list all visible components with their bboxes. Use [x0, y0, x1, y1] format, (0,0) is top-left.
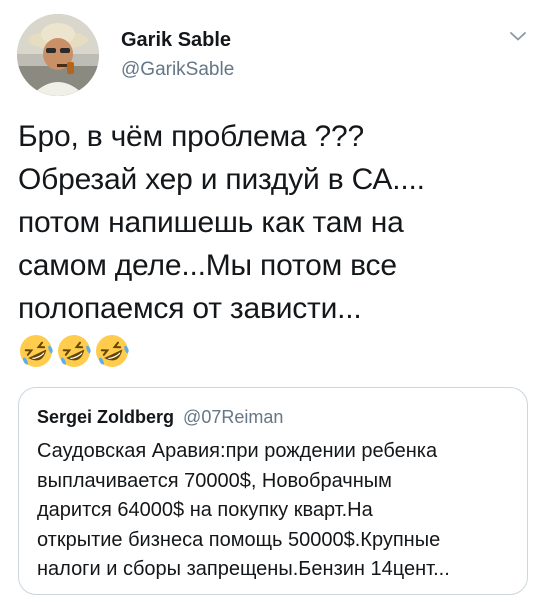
tweet-text-line: Обрезай хер и пиздуй в СА.... [18, 163, 425, 196]
author-name[interactable]: Garik Sable [121, 29, 231, 52]
quoted-text-line: открытие бизнеса помощь 50000$.Крупные [37, 528, 441, 551]
tweet-text-line: Бро, в чём проблема ??? [18, 120, 365, 153]
tweet-text-line: самом деле...Мы потом все [18, 249, 397, 282]
chevron-down-icon[interactable] [506, 24, 530, 48]
quoted-author-handle: @07Reiman [183, 407, 284, 427]
author-handle[interactable]: @GarikSable [121, 59, 234, 81]
quoted-author-name: Sergei Zoldberg [37, 407, 175, 427]
quoted-text-line: налоги и сборы запрещены.Бензин 14цент..… [37, 558, 450, 580]
tweet-text: Бро, в чём проблема ??? Обрезай хер и пи… [18, 115, 523, 330]
tweet-text-line: потом напишешь как там на [18, 206, 404, 239]
avatar-photo-icon [17, 14, 99, 96]
rofl-emoji-icon [58, 335, 91, 367]
tweet-text-line: полопаемся от зависти... [18, 292, 362, 325]
tweet-card: Garik Sable @GarikSable Бро, в чём пробл… [0, 0, 538, 600]
emoji-row [18, 333, 130, 369]
rofl-emoji-icon [20, 335, 53, 367]
quoted-text-line: дарится 64000$ на покупку кварт.На [37, 499, 373, 521]
author-avatar[interactable] [17, 14, 99, 96]
quoted-tweet[interactable]: Sergei Zoldberg @07Reiman Саудовская Ара… [18, 387, 528, 595]
quoted-tweet-text: Саудовская Аравия:при рождении ребенка в… [37, 437, 523, 585]
quoted-text-line: выплачивается 70000$, Новобрачным [37, 469, 392, 492]
quoted-tweet-header: Sergei Zoldberg @07Reiman [37, 407, 283, 428]
rofl-emoji-icon [96, 335, 129, 367]
quoted-text-line: Саудовская Аравия:при рождении ребенка [37, 440, 438, 462]
